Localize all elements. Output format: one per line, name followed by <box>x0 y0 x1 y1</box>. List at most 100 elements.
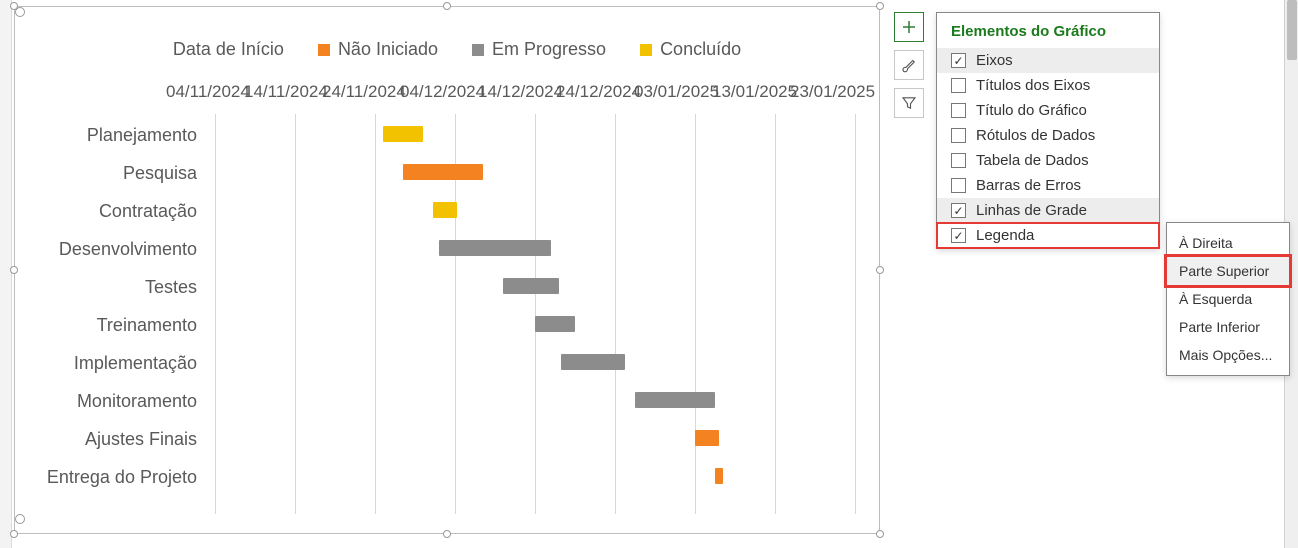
checkbox-icon[interactable] <box>951 103 966 118</box>
bar-em-progresso[interactable] <box>503 278 559 294</box>
popup-item-legenda[interactable]: Legenda▸ <box>937 223 1159 248</box>
chart-tools <box>894 12 928 126</box>
popup-item-tabela-dados[interactable]: Tabela de Dados <box>937 148 1159 173</box>
popup-item-label: Títulos dos Eixos <box>976 77 1090 94</box>
x-tick: 24/12/2024 <box>556 82 634 102</box>
funnel-icon <box>900 94 918 112</box>
gridline <box>855 114 856 514</box>
resize-handle[interactable] <box>876 2 884 10</box>
y-category: Desenvolvimento <box>15 234 215 272</box>
scrollbar-thumb[interactable] <box>1287 0 1297 60</box>
resize-handle[interactable] <box>443 530 451 538</box>
submenu-item-direita[interactable]: À Direita <box>1167 229 1289 257</box>
chart-filters-button[interactable] <box>894 88 924 118</box>
legend-label: Não Iniciado <box>338 39 438 60</box>
legend-item[interactable]: Em Progresso <box>472 39 606 60</box>
submenu-item-mais-opcoes[interactable]: Mais Opções... <box>1167 341 1289 369</box>
legend-item[interactable]: Data de Início <box>153 39 284 60</box>
y-category: Planejamento <box>15 120 215 158</box>
chart-elements-popup[interactable]: Elementos do Gráfico Eixos Títulos dos E… <box>936 12 1160 249</box>
legend-swatch-transparent <box>153 44 165 56</box>
legend-swatch-orange <box>318 44 330 56</box>
y-category: Implementação <box>15 348 215 386</box>
y-category: Monitoramento <box>15 386 215 424</box>
gridline <box>535 114 536 514</box>
resize-handle[interactable] <box>10 530 18 538</box>
popup-item-barras-erros[interactable]: Barras de Erros <box>937 173 1159 198</box>
legend-label: Em Progresso <box>492 39 606 60</box>
chart-elements-button[interactable] <box>894 12 924 42</box>
submenu-item-inferior[interactable]: Parte Inferior <box>1167 313 1289 341</box>
popup-item-label: Título do Gráfico <box>976 102 1087 119</box>
legend-item[interactable]: Não Iniciado <box>318 39 438 60</box>
bar-em-progresso[interactable] <box>635 392 715 408</box>
legend-label: Concluído <box>660 39 741 60</box>
chart-object[interactable]: Data de Início Não Iniciado Em Progresso… <box>14 6 880 534</box>
popup-item-label: Linhas de Grade <box>976 202 1087 219</box>
x-tick: 14/11/2024 <box>244 82 322 102</box>
gridline <box>295 114 296 514</box>
checkbox-icon[interactable] <box>951 53 966 68</box>
legend-swatch-gray <box>472 44 484 56</box>
popup-title: Elementos do Gráfico <box>937 13 1159 48</box>
checkbox-icon[interactable] <box>951 203 966 218</box>
popup-item-label: Rótulos de Dados <box>976 127 1095 144</box>
popup-item-label: Legenda <box>976 227 1034 244</box>
brush-icon <box>900 56 918 74</box>
checkbox-icon[interactable] <box>951 228 966 243</box>
y-category: Contratação <box>15 196 215 234</box>
resize-handle[interactable] <box>443 2 451 10</box>
popup-item-label: Barras de Erros <box>976 177 1081 194</box>
popup-item-eixos[interactable]: Eixos <box>937 48 1159 73</box>
legend-swatch-yellow <box>640 44 652 56</box>
resize-handle[interactable] <box>876 266 884 274</box>
popup-item-titulos-eixos[interactable]: Títulos dos Eixos <box>937 73 1159 98</box>
y-category: Ajustes Finais <box>15 424 215 462</box>
popup-item-rotulos-dados[interactable]: Rótulos de Dados <box>937 123 1159 148</box>
legend-label: Data de Início <box>173 39 284 60</box>
popup-item-titulo-grafico[interactable]: Título do Gráfico <box>937 98 1159 123</box>
resize-handle[interactable] <box>10 2 18 10</box>
x-tick: 04/11/2024 <box>166 82 244 102</box>
gridline <box>695 114 696 514</box>
x-tick: 14/12/2024 <box>478 82 556 102</box>
popup-item-linhas-grade[interactable]: Linhas de Grade <box>937 198 1159 223</box>
legend-item[interactable]: Concluído <box>640 39 741 60</box>
popup-item-label: Tabela de Dados <box>976 152 1089 169</box>
x-tick: 13/01/2025 <box>712 82 790 102</box>
x-tick: 03/01/2025 <box>634 82 712 102</box>
x-tick: 24/11/2024 <box>322 82 400 102</box>
gridline <box>775 114 776 514</box>
checkbox-icon[interactable] <box>951 78 966 93</box>
checkbox-icon[interactable] <box>951 178 966 193</box>
bar-nao-iniciado[interactable] <box>715 468 723 484</box>
submenu-item-superior[interactable]: Parte Superior <box>1167 257 1289 285</box>
chart-legend[interactable]: Data de Início Não Iniciado Em Progresso… <box>15 7 879 60</box>
bar-nao-iniciado[interactable] <box>695 430 719 446</box>
bar-concluido[interactable] <box>433 202 457 218</box>
gridline <box>615 114 616 514</box>
bar-em-progresso[interactable] <box>561 354 625 370</box>
bar-concluido[interactable] <box>383 126 423 142</box>
bar-em-progresso[interactable] <box>535 316 575 332</box>
plot-area[interactable]: Planejamento Pesquisa Contratação Desenv… <box>215 114 855 514</box>
chart-styles-button[interactable] <box>894 50 924 80</box>
spreadsheet-row-headers <box>0 0 12 548</box>
x-tick: 04/12/2024 <box>400 82 478 102</box>
popup-item-label: Eixos <box>976 52 1013 69</box>
y-category: Pesquisa <box>15 158 215 196</box>
legend-position-submenu[interactable]: À Direita Parte Superior À Esquerda Part… <box>1166 222 1290 376</box>
y-category: Treinamento <box>15 310 215 348</box>
bar-em-progresso[interactable] <box>439 240 551 256</box>
x-axis[interactable]: 04/11/2024 14/11/2024 24/11/2024 04/12/2… <box>15 82 879 102</box>
checkbox-icon[interactable] <box>951 128 966 143</box>
resize-handle[interactable] <box>876 530 884 538</box>
submenu-item-esquerda[interactable]: À Esquerda <box>1167 285 1289 313</box>
y-category: Testes <box>15 272 215 310</box>
x-tick: 23/01/2025 <box>790 82 868 102</box>
gridline <box>375 114 376 514</box>
checkbox-icon[interactable] <box>951 153 966 168</box>
gridline <box>215 114 216 514</box>
bar-nao-iniciado[interactable] <box>403 164 483 180</box>
plus-icon <box>900 18 918 36</box>
